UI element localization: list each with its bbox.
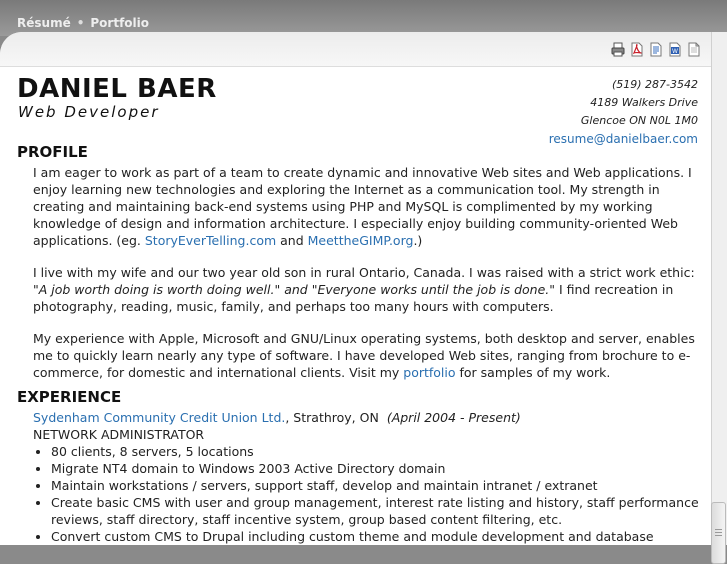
- plain-document-icon[interactable]: [687, 42, 701, 57]
- list-item: Migrate NT4 domain to Windows 2003 Activ…: [51, 460, 721, 477]
- street-address: 4189 Walkers Drive: [590, 96, 698, 109]
- top-nav: Résumé • Portfolio: [17, 16, 149, 30]
- employer-link[interactable]: Sydenham Community Credit Union Ltd.: [33, 410, 285, 425]
- experience-heading: EXPERIENCE: [17, 388, 122, 406]
- list-item: Convert custom CMS to Drupal including c…: [51, 528, 721, 545]
- meetthegimp-link[interactable]: MeettheGIMP.org: [308, 233, 414, 248]
- job-position: NETWORK ADMINISTRATOR: [33, 427, 205, 442]
- profile-paragraph-1: I am eager to work as part of a team to …: [33, 164, 703, 249]
- employer-location: , Strathroy, ON: [285, 410, 379, 425]
- top-bar: Résumé • Portfolio: [0, 0, 727, 36]
- profile-paragraph-3: My experience with Apple, Microsoft and …: [33, 330, 703, 381]
- profile-heading: PROFILE: [17, 143, 88, 161]
- job-title: Web Developer: [18, 103, 160, 121]
- nav-separator: •: [76, 16, 85, 30]
- person-name: DANIEL BAER: [17, 74, 217, 104]
- vertical-scrollbar[interactable]: [711, 32, 727, 564]
- scrollbar-thumb[interactable]: [711, 502, 726, 564]
- duties-list: 80 clients, 8 servers, 5 locations Migra…: [33, 443, 721, 545]
- profile-paragraph-2: I live with my wife and our two year old…: [33, 264, 703, 315]
- nav-portfolio-link[interactable]: Portfolio: [90, 16, 149, 30]
- phone-number: (519) 287-3542: [611, 78, 698, 91]
- word-document-icon[interactable]: W: [668, 42, 682, 57]
- profile-text-2: I live with my wife and our two year old…: [33, 265, 695, 280]
- work-ethic-quote: "A job worth doing is worth doing well."…: [33, 282, 555, 297]
- job-dates: (April 2004 - Present): [386, 410, 521, 425]
- contact-block: (519) 287-3542 4189 Walkers Drive Glenco…: [549, 76, 698, 149]
- svg-text:W: W: [672, 48, 678, 55]
- profile-text-and: and: [276, 233, 308, 248]
- email-link[interactable]: resume@danielbaer.com: [549, 132, 698, 146]
- printer-icon[interactable]: [611, 42, 625, 57]
- toolbar: W: [0, 32, 711, 67]
- nav-resume-link[interactable]: Résumé: [17, 16, 71, 30]
- city-address: Glencoe ON N0L 1M0: [580, 114, 698, 127]
- pdf-icon[interactable]: [630, 42, 644, 57]
- list-item: 80 clients, 8 servers, 5 locations: [51, 443, 721, 460]
- list-item: Create basic CMS with user and group man…: [51, 494, 721, 528]
- profile-text-end: .): [413, 233, 423, 248]
- job-employer-line: Sydenham Community Credit Union Ltd., St…: [33, 409, 713, 426]
- storyevertelling-link[interactable]: StoryEverTelling.com: [145, 233, 276, 248]
- portfolio-link[interactable]: portfolio: [403, 365, 455, 380]
- list-item: Maintain workstations / servers, support…: [51, 477, 721, 494]
- profile-text-3-end: for samples of my work.: [455, 365, 611, 380]
- resume-sheet: W DANIEL BAER Web Developer (519) 287-35…: [0, 32, 727, 545]
- text-document-icon[interactable]: [649, 42, 663, 57]
